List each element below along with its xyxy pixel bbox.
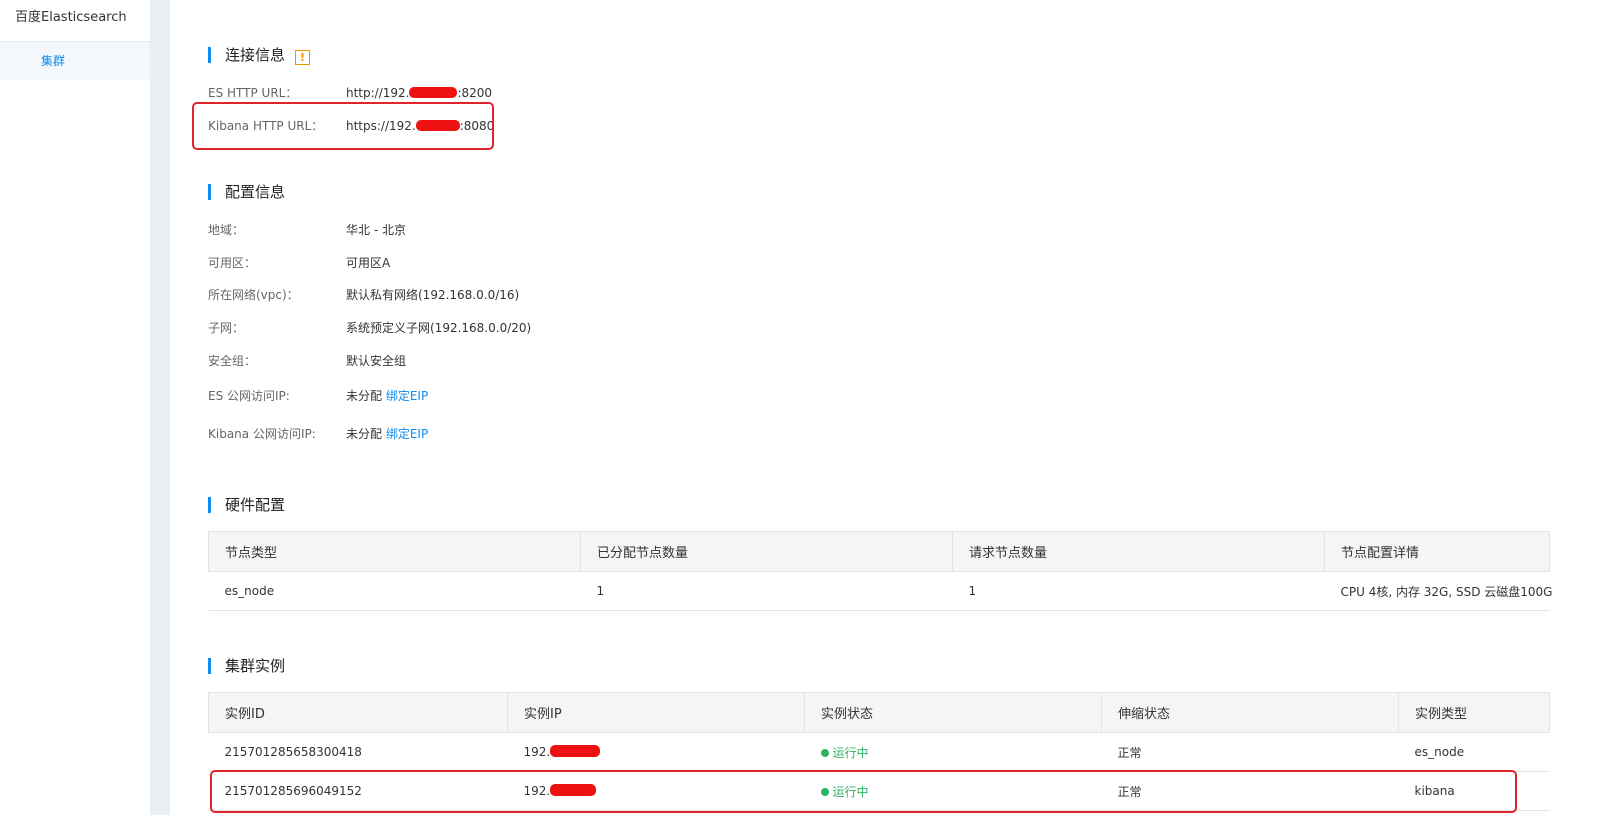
column-header[interactable]: 实例状态 [804, 692, 1102, 733]
instance-ip-cell: 192. [507, 732, 805, 772]
kibana-http-url-value: https://192.:8080 [346, 119, 495, 133]
table-header-row: 节点类型 已分配节点数量 请求节点数量 节点配置详情 [208, 531, 1550, 572]
column-header[interactable]: 实例类型 [1398, 692, 1550, 733]
es-http-url-value: http://192.:8200 [346, 86, 493, 100]
column-header[interactable]: 实例IP [507, 692, 805, 733]
zone-value: 可用区A [346, 256, 391, 270]
subnet-label: 子网： [208, 321, 245, 335]
bind-eip-link-kibana[interactable]: 绑定EIP [386, 427, 428, 441]
status-dot-icon [820, 787, 829, 796]
instance-status-cell: 运行中 [804, 732, 1102, 772]
kibana-public-ip-label: Kibana 公网访问IP: [208, 427, 316, 441]
vpc-value: 默认私有网络(192.168.0.0/16) [346, 288, 520, 302]
redaction-mark [409, 87, 458, 98]
es-public-ip-value: 未分配 绑定EIP [346, 389, 429, 403]
zone-label: 可用区： [208, 256, 257, 270]
allocated-count-cell: 1 [580, 571, 953, 611]
column-header[interactable]: 请求节点数量 [952, 531, 1325, 572]
hardware-table: 节点类型 已分配节点数量 请求节点数量 节点配置详情 es_node 1 1 C… [208, 531, 1552, 611]
requested-count-cell: 1 [952, 571, 1325, 611]
table-header-row: 实例ID 实例IP 实例状态 伸缩状态 实例类型 [208, 692, 1550, 733]
table-row: es_node 1 1 CPU 4核, 内存 32G, SSD 云磁盘100G [208, 571, 1552, 611]
redaction-mark [550, 745, 601, 757]
es-http-url-label: ES HTTP URL： [208, 86, 298, 100]
column-header[interactable]: 实例ID [208, 692, 508, 733]
instances-table: 实例ID 实例IP 实例状态 伸缩状态 实例类型 215701285658300… [208, 692, 1550, 811]
table-row: 215701285658300418 192. 运行中 正常 es_node [208, 732, 1550, 772]
column-header[interactable]: 节点配置详情 [1324, 531, 1550, 572]
vpc-label: 所在网络(vpc)： [208, 288, 299, 302]
instance-status-cell: 运行中 [804, 771, 1102, 811]
region-value: 华北 - 北京 [346, 223, 406, 237]
instance-id-cell: 215701285696049152 [208, 771, 508, 811]
sidebar-gutter [150, 0, 170, 833]
sidebar-item-cluster[interactable]: 集群 [0, 42, 150, 80]
security-group-value: 默认安全组 [346, 354, 407, 368]
redaction-mark [550, 784, 597, 796]
instance-ip-cell: 192. [507, 771, 805, 811]
column-header[interactable]: 伸缩状态 [1101, 692, 1399, 733]
instance-id-cell: 215701285658300418 [208, 732, 508, 772]
bottom-strip [0, 815, 1599, 833]
warning-icon[interactable]: ! [295, 50, 311, 65]
kibana-public-ip-value: 未分配 绑定EIP [346, 427, 429, 441]
column-header[interactable]: 已分配节点数量 [580, 531, 953, 572]
main-content: 连接信息! ES HTTP URL： http://192.:8200 Kiba… [170, 0, 1599, 833]
subnet-value: 系统预定义子网(192.168.0.0/20) [346, 321, 532, 335]
instance-type-cell: kibana [1398, 771, 1550, 811]
scale-status-cell: 正常 [1101, 771, 1399, 811]
table-row: 215701285696049152 192. 运行中 正常 kibana [208, 771, 1550, 811]
section-title-connection: 连接信息! [208, 46, 311, 65]
redaction-mark [415, 120, 460, 131]
node-spec-cell: CPU 4核, 内存 32G, SSD 云磁盘100G [1324, 571, 1552, 611]
sidebar-title: 百度Elasticsearch [0, 0, 150, 42]
section-title-instances: 集群实例 [208, 657, 285, 675]
node-type-cell: es_node [208, 571, 581, 611]
es-public-ip-label: ES 公网访问IP: [208, 389, 290, 403]
section-title-config: 配置信息 [208, 183, 285, 201]
column-header[interactable]: 节点类型 [208, 531, 581, 572]
kibana-http-url-label: Kibana HTTP URL： [208, 119, 324, 133]
status-dot-icon [820, 748, 829, 757]
section-title-hardware: 硬件配置 [208, 496, 285, 514]
bind-eip-link-es[interactable]: 绑定EIP [386, 389, 428, 403]
instance-type-cell: es_node [1398, 732, 1550, 772]
sidebar: 百度Elasticsearch 集群 [0, 0, 150, 833]
region-label: 地域： [208, 223, 245, 237]
security-group-label: 安全组： [208, 354, 257, 368]
scale-status-cell: 正常 [1101, 732, 1399, 772]
